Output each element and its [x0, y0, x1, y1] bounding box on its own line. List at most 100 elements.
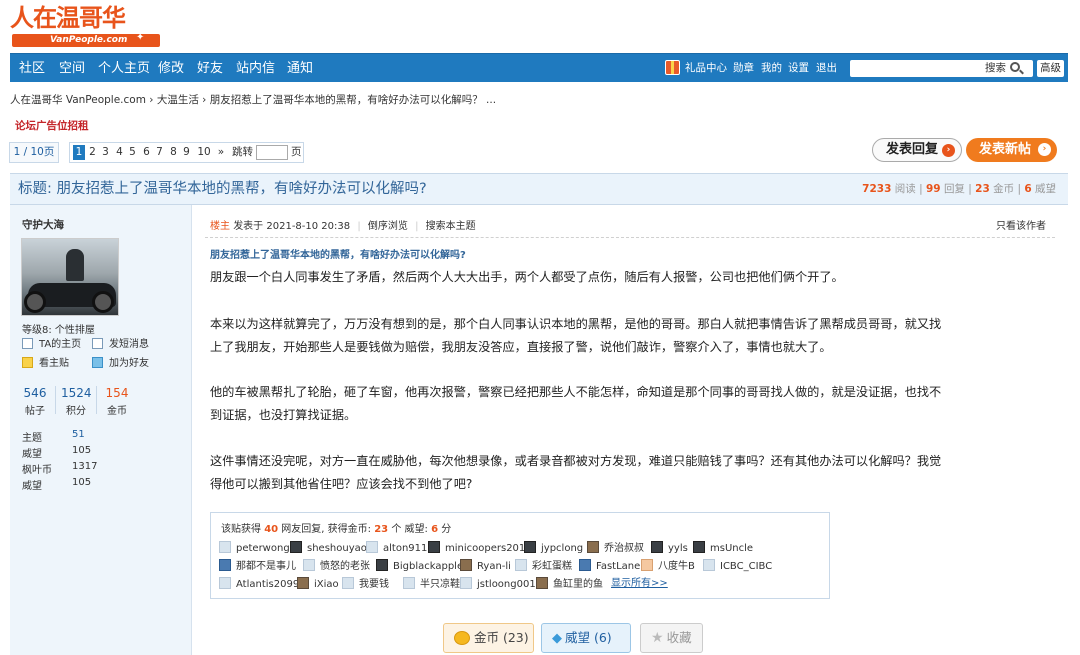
rater-user[interactable]: 彩虹蛋糕 [515, 559, 572, 573]
rater-user[interactable]: 我要钱 [342, 577, 389, 591]
rater-user[interactable]: 那都不是事儿 [219, 559, 296, 573]
rater-user[interactable]: sheshouyao [290, 541, 367, 555]
page-info: 1 / 10页 [9, 142, 59, 163]
nav-gift-center[interactable]: 礼品中心 [685, 54, 727, 83]
only-author-link[interactable]: 只看该作者 [996, 217, 1046, 232]
nav-space[interactable]: 空间 [59, 54, 85, 83]
prestige-count: 6 [1024, 183, 1032, 195]
rater-name: jstloong001 [477, 579, 536, 590]
advanced-search-button[interactable]: 高级 [1037, 60, 1064, 77]
page-6[interactable]: 6 [141, 145, 152, 160]
views-count: 7233 [862, 183, 892, 195]
rater-user[interactable]: alton911 [366, 541, 427, 555]
avatar-wheel [24, 291, 46, 313]
pagination: 1 2 3 4 5 6 7 8 9 10 » 跳转 页 [69, 142, 304, 163]
rater-user[interactable]: peterwong [219, 541, 290, 555]
nav-mine[interactable]: 我的 [761, 54, 782, 83]
user-avatar-icon [536, 577, 548, 589]
post-meta: 楼主 发表于 2021-8-10 20:38 | 倒序浏览 | 搜索本主题 [210, 217, 476, 232]
user-avatar-icon [303, 559, 315, 571]
nav-edit[interactable]: 修改 [158, 54, 184, 83]
page-3[interactable]: 3 [100, 145, 111, 160]
reply-button[interactable]: 发表回复 › [872, 138, 962, 162]
nav-community[interactable]: 社区 [19, 54, 45, 83]
post-paragraph: 朋友跟一个白人同事发生了矛盾，然后两个人大大出手，两个人都受了点伤，随后有人报警… [210, 270, 844, 284]
page-8[interactable]: 8 [168, 145, 179, 160]
nav-medals[interactable]: 勋章 [733, 54, 754, 83]
coins-stat[interactable]: 154 [102, 386, 132, 400]
ad-link[interactable]: 论坛广告位招租 [15, 118, 89, 133]
rater-user[interactable]: minicoopers2015 [428, 541, 532, 555]
rater-user[interactable]: jypclong [524, 541, 583, 555]
rater-user[interactable]: yyls [651, 541, 688, 555]
user-avatar-icon [587, 541, 599, 553]
page-9[interactable]: 9 [181, 145, 192, 160]
page-4[interactable]: 4 [114, 145, 125, 160]
search-label[interactable]: 搜索 [985, 60, 1006, 77]
nav-notifications[interactable]: 通知 [287, 54, 313, 83]
main-navbar: 社区 空间 个人主页 修改 好友 站内信 通知 礼品中心 勋章 我的 设置 退出… [10, 53, 1068, 82]
show-all-raters-link[interactable]: 显示所有>> [611, 577, 668, 591]
post-paragraph: 本来以为这样就算完了，万万没有想到的是，那个白人同事认识本地的黑帮，是他的哥哥。… [210, 317, 942, 354]
nav-messages[interactable]: 站内信 [236, 54, 275, 83]
nav-profile[interactable]: 个人主页 [98, 54, 150, 83]
rater-user[interactable]: 半只凉鞋 [403, 577, 460, 591]
user-avatar-icon [703, 559, 715, 571]
new-post-button[interactable]: 发表新帖 › [966, 138, 1057, 162]
rater-user[interactable]: 八度牛B [641, 559, 695, 573]
breadcrumb[interactable]: 人在温哥华 VanPeople.com › 大温生活 › 朋友招惹上了温哥华本地… [10, 92, 496, 107]
rater-user[interactable]: Ryan-li [460, 559, 511, 573]
rater-user[interactable]: msUncle [693, 541, 753, 555]
nav-friends[interactable]: 好友 [197, 54, 223, 83]
page-7[interactable]: 7 [154, 145, 165, 160]
favorite-button[interactable]: ★ 收藏 [640, 623, 703, 653]
search-topic-link[interactable]: 搜索本主题 [426, 221, 476, 232]
give-coin-button[interactable]: 金币 (23) [443, 623, 534, 653]
page-next[interactable]: » [215, 145, 227, 160]
add-friend-label: 加为好友 [109, 358, 149, 369]
page-10[interactable]: 10 [195, 145, 213, 160]
page-1[interactable]: 1 [73, 145, 85, 160]
give-prestige-button[interactable]: ◆ 威望 (6) [541, 623, 631, 653]
gift-icon[interactable] [665, 60, 680, 75]
posts-count[interactable]: 546 [20, 386, 50, 400]
search-icon[interactable] [1010, 62, 1020, 72]
rater-user[interactable]: Bigblackapple [376, 559, 463, 573]
author-name[interactable]: 守护大海 [22, 217, 64, 232]
avatar[interactable] [21, 238, 119, 316]
nav-logout[interactable]: 退出 [816, 54, 837, 83]
nav-settings[interactable]: 设置 [788, 54, 809, 83]
points-count[interactable]: 1524 [61, 386, 92, 400]
page-5[interactable]: 5 [127, 145, 138, 160]
rating-box: 该贴获得 40 网友回复, 获得金币: 23 个 威望: 6 分 peterwo… [210, 512, 830, 599]
stat-divider [55, 386, 56, 414]
thread-title: 标题: 朋友招惹上了温哥华本地的黑帮，有啥好办法可以化解吗? [18, 181, 427, 197]
rater-user[interactable]: 乔治叔叔 [587, 541, 644, 555]
site-logo[interactable]: 人在温哥华 VanPeople.com ✦ [10, 3, 160, 47]
views-label: 阅读 [894, 183, 916, 195]
rater-name: minicoopers2015 [445, 543, 532, 554]
jump-label: 跳转 [232, 146, 253, 158]
add-friend-link[interactable]: 加为好友 [92, 357, 149, 371]
rater-name: alton911 [383, 543, 428, 554]
jump-page-input[interactable] [256, 145, 288, 160]
detail-value-topics[interactable]: 51 [72, 429, 85, 440]
rating-mid2: 个 威望: [391, 524, 428, 535]
rater-user[interactable]: 愤怒的老张 [303, 559, 370, 573]
homepage-link[interactable]: TA的主页 [22, 338, 81, 352]
view-main-post-link[interactable]: 看主贴 [22, 357, 69, 371]
rater-user[interactable]: ICBC_CIBC [703, 559, 772, 573]
rater-user[interactable]: jstloong001 [460, 577, 536, 591]
page-2[interactable]: 2 [87, 145, 98, 160]
rating-prestige: 6 [431, 524, 439, 535]
rater-user[interactable]: FastLane [579, 559, 640, 573]
points-label: 积分 [66, 406, 86, 417]
post-paragraph: 他的车被黑帮扎了轮胎，砸了车窗，他再次报警，警察已经把那些人不能怎样，命知道是那… [210, 385, 942, 422]
user-avatar-icon [515, 559, 527, 571]
reverse-order-link[interactable]: 倒序浏览 [368, 221, 408, 232]
send-message-link[interactable]: 发短消息 [92, 338, 149, 352]
rater-user[interactable]: Atlantis2099 [219, 577, 299, 591]
rater-user[interactable]: 鱼缸里的鱼 [536, 577, 603, 591]
logo-text: 人在温哥华 [10, 4, 126, 32]
rater-user[interactable]: iXiao [297, 577, 339, 591]
